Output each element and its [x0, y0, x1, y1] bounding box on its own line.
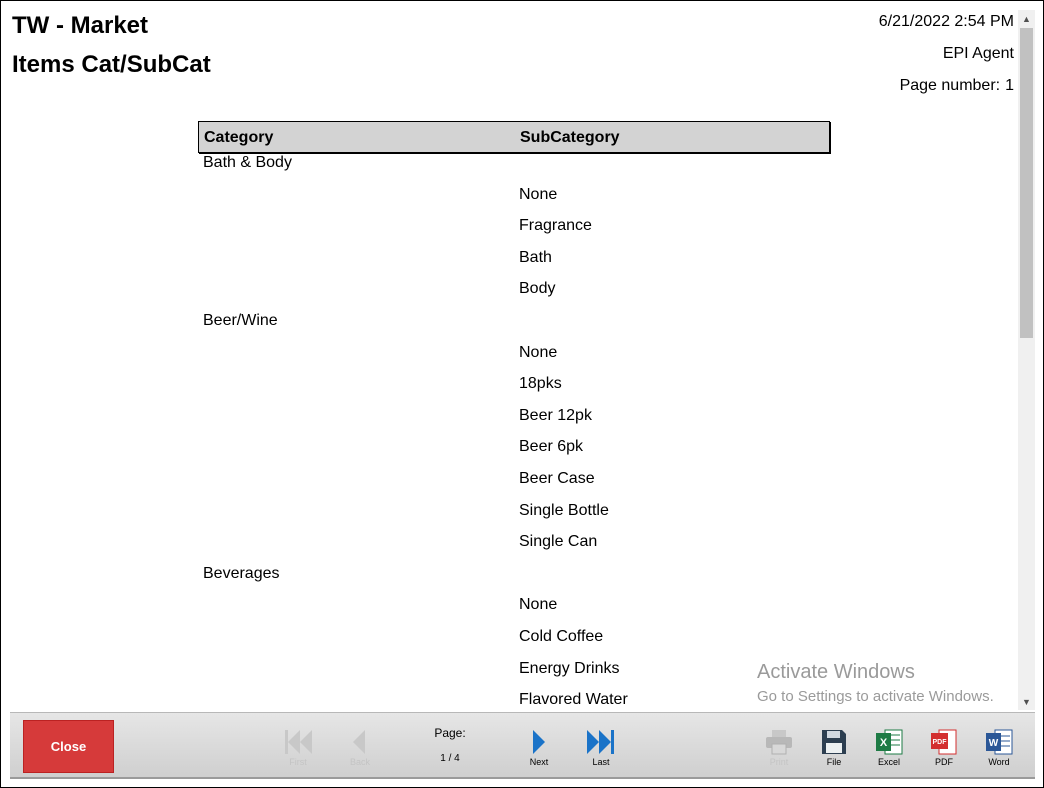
subcategory-row: 18pks — [519, 375, 562, 393]
back-page-button[interactable]: Back — [340, 729, 380, 767]
back-page-icon — [353, 730, 365, 754]
page-number-label: Page number: — [899, 77, 1001, 94]
next-page-button[interactable]: Next — [519, 729, 559, 767]
page-number-value: 1 — [1005, 77, 1014, 94]
svg-text:PDF: PDF — [933, 739, 948, 746]
word-button[interactable]: W Word — [979, 729, 1019, 767]
next-page-label: Next — [529, 757, 549, 767]
report-page-number: Page number: 1 — [900, 77, 1014, 95]
first-page-label: First — [289, 757, 307, 767]
scrollbar-thumb[interactable] — [1020, 28, 1033, 338]
subcategory-row: Beer Case — [519, 470, 595, 487]
pdf-label: PDF — [935, 757, 953, 767]
excel-icon: X — [876, 729, 903, 755]
report-title: TW - Market — [12, 12, 149, 39]
word-label: Word — [988, 757, 1010, 767]
scroll-down-arrow-icon[interactable]: ▼ — [1018, 693, 1035, 710]
last-page-icon — [587, 730, 614, 754]
watermark-line1: Activate Windows — [757, 661, 915, 683]
print-button[interactable]: Print — [759, 729, 799, 767]
close-button[interactable]: Close — [23, 720, 114, 773]
last-page-button[interactable]: Last — [581, 729, 621, 767]
page-label: Page: — [434, 726, 466, 740]
subcategory-row: Single Can — [519, 533, 598, 551]
printer-icon — [766, 730, 792, 755]
subcategory-row: Fragrance — [519, 217, 592, 235]
category-row: Bath & Body — [203, 154, 292, 171]
page-value: 1 / 4 — [440, 753, 460, 764]
subcategory-row: Bath — [519, 248, 552, 266]
watermark-line2: Go to Settings to activate Windows. — [757, 688, 994, 705]
subcategory-row: None — [519, 185, 558, 203]
file-label: File — [826, 757, 842, 767]
pdf-button[interactable]: PDF PDF — [924, 729, 964, 767]
report-subtitle: Items Cat/SubCat — [12, 51, 211, 78]
category-row: Beverages — [203, 564, 280, 582]
subcategory-row: None — [519, 596, 558, 614]
page-indicator: Page: 1 / 4 — [425, 726, 475, 764]
report-viewer-window: TW - Market Items Cat/SubCat 6/21/2022 2… — [0, 0, 1044, 788]
table-header: Category SubCategory — [198, 121, 830, 153]
first-page-button[interactable]: First — [278, 729, 318, 767]
first-page-icon — [285, 730, 312, 754]
word-icon: W — [986, 729, 1013, 755]
subcategory-row: Beer 6pk — [519, 438, 584, 456]
subcategory-row: Cold Coffee — [519, 628, 604, 645]
category-row: Beer/Wine — [203, 312, 278, 329]
subcategory-row: Energy Drinks — [519, 659, 620, 677]
report-user: EPI Agent — [942, 45, 1014, 62]
report-page: TW - Market Items Cat/SubCat 6/21/2022 2… — [3, 3, 1017, 709]
activate-windows-watermark: Activate Windows Go to Settings to activ… — [757, 661, 994, 705]
next-page-icon — [533, 730, 545, 754]
subcategory-row: Single Bottle — [519, 501, 609, 519]
subcategory-row: Beer 12pk — [519, 406, 592, 424]
vertical-scrollbar[interactable]: ▲ ▼ — [1018, 10, 1035, 710]
excel-label: Excel — [877, 757, 900, 767]
back-page-label: Back — [349, 757, 370, 767]
svg-text:X: X — [880, 737, 888, 749]
subcategory-row: Body — [519, 280, 556, 298]
excel-button[interactable]: X Excel — [869, 729, 909, 767]
pdf-icon: PDF — [931, 729, 957, 755]
column-header-category: Category — [204, 129, 274, 146]
last-page-label: Last — [592, 757, 610, 767]
svg-text:W: W — [989, 738, 999, 749]
report-date: 6/21/2022 2:54 PM — [878, 13, 1014, 30]
file-button[interactable]: File — [814, 729, 854, 767]
subcategory-row: None — [519, 343, 558, 361]
print-label: Print — [769, 757, 789, 767]
save-file-icon — [822, 730, 846, 754]
column-header-subcategory: SubCategory — [520, 129, 620, 146]
scroll-up-arrow-icon[interactable]: ▲ — [1018, 10, 1035, 27]
report-toolbar: Close First Back Page: 1 / 4 Next Last P… — [10, 712, 1035, 779]
subcategory-row: Flavored Water — [519, 691, 628, 709]
